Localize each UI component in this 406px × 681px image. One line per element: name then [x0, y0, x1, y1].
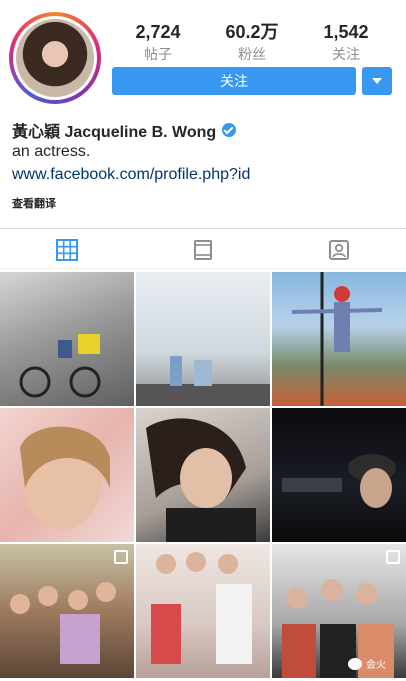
posts-label: 帖子	[144, 46, 172, 62]
grid-post-7-thumb	[10, 582, 116, 664]
grid-post-8[interactable]	[136, 544, 270, 678]
avatar[interactable]	[9, 12, 101, 104]
verified-icon	[222, 123, 237, 137]
profile-name-row: 黃心穎 Jacqueline B. Wong	[12, 118, 237, 142]
watermark-text: 会火	[366, 660, 386, 671]
profile-link[interactable]: www.facebook.com/profile.php?id	[12, 166, 250, 184]
suggestions-dropdown-button[interactable]	[362, 67, 392, 95]
feed-icon[interactable]	[191, 238, 215, 262]
grid-post-6[interactable]	[272, 408, 406, 542]
followers-label: 粉丝	[238, 46, 266, 62]
grid-post-2[interactable]	[136, 272, 270, 406]
profile-name: 黃心穎 Jacqueline B. Wong	[12, 124, 217, 141]
grid-icon[interactable]	[55, 238, 79, 262]
wechat-icon	[348, 657, 362, 670]
followers-count: 60.2万	[225, 22, 279, 42]
grid-post-3-thumb	[291, 272, 383, 406]
grid-post-2-thumb	[136, 356, 270, 406]
following-label: 关注	[332, 46, 360, 62]
tabs-divider	[0, 228, 406, 229]
multi-photo-icon	[386, 550, 400, 564]
posts-count: 2,724	[135, 22, 181, 42]
grid-post-5-thumb	[146, 418, 256, 542]
grid-post-7[interactable]	[0, 544, 134, 678]
followers-stat[interactable]: 60.2万 粉丝	[212, 22, 292, 64]
grid-post-5[interactable]	[136, 408, 270, 542]
tagged-icon[interactable]	[327, 238, 351, 262]
following-count: 1,542	[323, 22, 369, 42]
follow-button[interactable]: 关注	[112, 67, 356, 95]
grid-post-4[interactable]	[0, 408, 134, 542]
watermark: 会火	[348, 656, 386, 671]
avatar-image	[16, 19, 94, 97]
multi-photo-icon	[114, 550, 128, 564]
tabs-bottom-divider	[0, 268, 406, 269]
posts-stat[interactable]: 2,724 帖子	[118, 22, 198, 64]
grid-post-4-thumb	[20, 426, 110, 530]
translate-button[interactable]: 查看翻译	[12, 195, 56, 211]
grid-post-1-thumb	[19, 334, 101, 398]
grid-post-1[interactable]	[0, 272, 134, 406]
avatar-frame	[13, 16, 97, 100]
grid-post-8-thumb	[151, 552, 252, 664]
grid-post-6-thumb	[282, 454, 396, 508]
grid-post-3[interactable]	[272, 272, 406, 406]
profile-bio: an actress.	[12, 143, 91, 160]
following-stat[interactable]: 1,542 关注	[306, 22, 386, 64]
